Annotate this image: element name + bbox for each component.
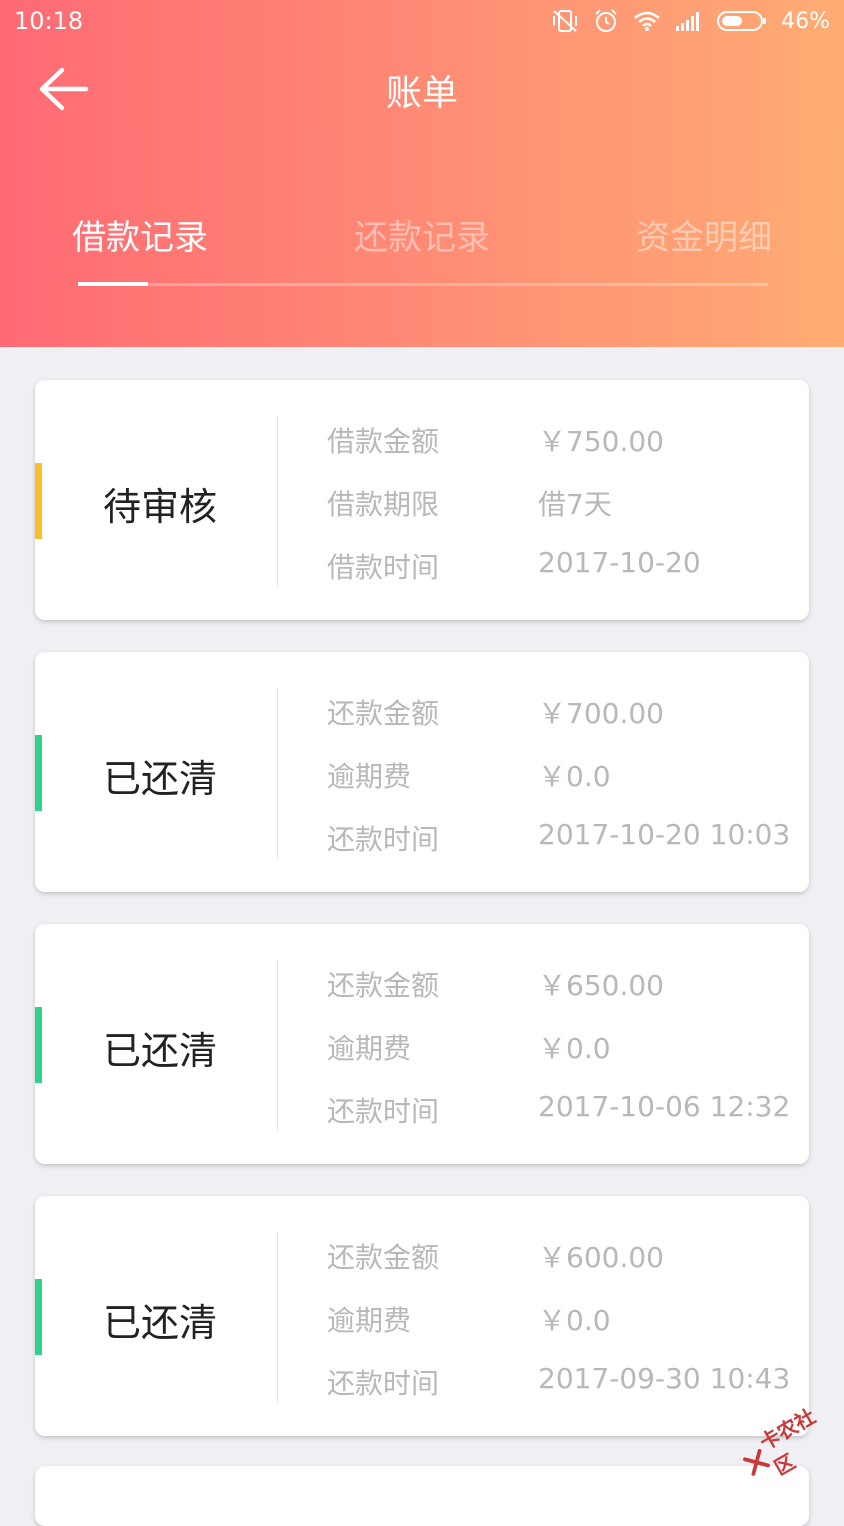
battery-percent: 46% xyxy=(781,8,830,34)
row-value: ￥600.00 xyxy=(538,1241,664,1274)
record-card[interactable]: 已还清 还款金额 ￥650.00 逾期费 ￥0.0 还款时间 2017-10-0… xyxy=(35,924,809,1164)
row-label: 借款期限 xyxy=(327,488,440,521)
row-value: 2017-10-20 xyxy=(538,546,701,579)
vibrate-off-icon xyxy=(553,10,578,32)
page-title: 账单 xyxy=(385,73,458,114)
card-divider xyxy=(277,416,278,586)
alarm-icon xyxy=(595,9,617,32)
card-divider xyxy=(277,1232,278,1402)
row-value: ￥0.0 xyxy=(538,1304,611,1337)
header: 10:18 46% 账单 借款记录 还款记录 资金明细 xyxy=(0,0,844,347)
row-label: 还款金额 xyxy=(327,697,440,730)
record-card[interactable]: 已还清 还款金额 ￥700.00 逾期费 ￥0.0 还款时间 2017-10-2… xyxy=(35,652,809,892)
wifi-icon xyxy=(634,11,660,31)
row-label: 还款时间 xyxy=(327,1095,440,1128)
tab-bar: 借款记录 还款记录 资金明细 xyxy=(0,210,844,270)
record-status: 已还清 xyxy=(102,1029,217,1073)
row-value: 借7天 xyxy=(538,488,612,521)
status-bar: 10:18 46% xyxy=(0,0,844,44)
tab-fund-details[interactable]: 资金明细 xyxy=(584,210,824,259)
tab-indicator xyxy=(78,282,148,286)
tab-repayment-records[interactable]: 还款记录 xyxy=(302,210,542,259)
row-label: 借款时间 xyxy=(327,551,440,584)
record-card-partial[interactable] xyxy=(35,1466,809,1526)
row-value: ￥0.0 xyxy=(538,1032,611,1065)
row-label: 逾期费 xyxy=(327,1032,412,1065)
row-label: 还款金额 xyxy=(327,1241,440,1274)
signal-icon xyxy=(676,12,700,31)
record-status: 已还清 xyxy=(102,757,217,801)
record-status: 已还清 xyxy=(102,1301,217,1345)
record-status: 待审核 xyxy=(102,485,217,529)
row-value: 2017-09-30 10:43 xyxy=(538,1362,791,1395)
status-icons: 46% xyxy=(551,8,830,34)
row-value: ￥0.0 xyxy=(538,760,611,793)
row-value: 2017-10-06 12:32 xyxy=(538,1090,791,1123)
card-divider xyxy=(277,960,278,1130)
record-card[interactable]: 待审核 借款金额 ￥750.00 借款期限 借7天 借款时间 2017-10-2… xyxy=(35,380,809,620)
tab-track xyxy=(78,283,768,286)
row-label: 还款时间 xyxy=(327,823,440,856)
record-card[interactable]: 已还清 还款金额 ￥600.00 逾期费 ￥0.0 还款时间 2017-09-3… xyxy=(35,1196,809,1436)
row-value: ￥650.00 xyxy=(538,969,664,1002)
row-label: 还款时间 xyxy=(327,1367,440,1400)
row-value: ￥700.00 xyxy=(538,697,664,730)
card-divider xyxy=(277,688,278,858)
row-value: ￥750.00 xyxy=(538,425,664,458)
battery-icon xyxy=(717,11,767,31)
status-time: 10:18 xyxy=(14,7,84,35)
row-label: 借款金额 xyxy=(327,425,440,458)
row-label: 还款金额 xyxy=(327,969,440,1002)
row-label: 逾期费 xyxy=(327,1304,412,1337)
row-value: 2017-10-20 10:03 xyxy=(538,818,791,851)
row-label: 逾期费 xyxy=(327,760,412,793)
tab-loan-records[interactable]: 借款记录 xyxy=(20,210,260,259)
